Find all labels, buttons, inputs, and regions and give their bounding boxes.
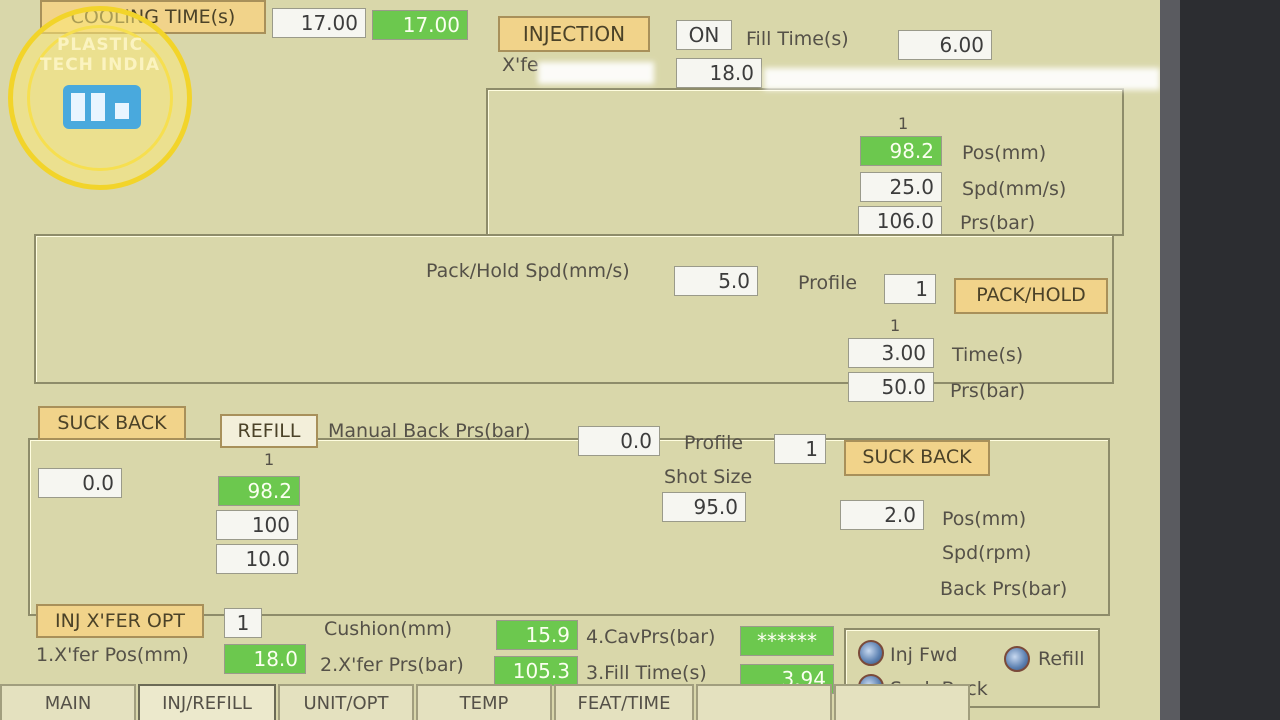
refill-indicator-label: Refill (1038, 648, 1085, 670)
pack-hold-index: 1 (890, 316, 901, 335)
pack-hold-profile-input[interactable]: 1 (884, 274, 936, 304)
fill-time-label: Fill Time(s) (746, 28, 849, 50)
suck-back-spd-label: Spd(rpm) (942, 542, 1032, 564)
manual-back-prs-label: Manual Back Prs(bar) (328, 420, 531, 442)
injection-pos-label: Pos(mm) (962, 142, 1047, 164)
xfer-pos-value: 18.0 (224, 644, 306, 674)
suck-back-pos-input[interactable]: 2.0 (840, 500, 924, 530)
refill-back-prs-value[interactable]: 10.0 (216, 544, 298, 574)
xfer-prs-label: 2.X'fer Prs(bar) (320, 654, 464, 676)
monitor-bezel (1160, 0, 1280, 720)
tab-inj-refill[interactable]: INJ/REFILL (138, 684, 276, 720)
inj-fwd-indicator-icon (858, 640, 884, 666)
fill-time-input[interactable]: 6.00 (898, 30, 992, 60)
pack-hold-profile-label: Profile (798, 272, 858, 294)
injection-prs-value[interactable]: 106.0 (858, 206, 942, 236)
pack-hold-prs-label: Prs(bar) (950, 380, 1026, 402)
injection-spd-label: Spd(mm/s) (962, 178, 1067, 200)
shot-size-input[interactable]: 95.0 (662, 492, 746, 522)
suck-back-right-button[interactable]: SUCK BACK (844, 440, 990, 476)
shot-size-label: Shot Size (664, 466, 753, 488)
logo-machine-icon (63, 85, 141, 129)
tab-blank-2[interactable] (834, 684, 970, 720)
suck-back-pos-label: Pos(mm) (942, 508, 1027, 530)
suck-back-prs-label: Back Prs(bar) (940, 578, 1068, 600)
fill-time-monitor-label: 3.Fill Time(s) (586, 662, 707, 684)
injection-state-toggle[interactable]: ON (676, 20, 732, 50)
refill-spd-value[interactable]: 100 (216, 510, 298, 540)
watermark-logo: PLASTIC TECH INDIA (8, 6, 192, 190)
xfer-pos-label: 1.X'fer Pos(mm) (36, 644, 189, 666)
injection-pos-value[interactable]: 98.2 (860, 136, 942, 166)
cooling-time-actual: 17.00 (372, 10, 468, 40)
tab-main[interactable]: MAIN (0, 684, 136, 720)
inj-xfer-opt-button[interactable]: INJ X'FER OPT (36, 604, 204, 638)
injection-button[interactable]: INJECTION (498, 16, 650, 52)
pack-hold-spd-input[interactable]: 5.0 (674, 266, 758, 296)
injection-prs-label: Prs(bar) (960, 212, 1036, 234)
inj-xfer-opt-input[interactable]: 1 (224, 608, 262, 638)
injection-spd-value[interactable]: 25.0 (860, 172, 942, 202)
suck-back-left-value[interactable]: 0.0 (38, 468, 122, 498)
pack-hold-spd-label: Pack/Hold Spd(mm/s) (426, 260, 630, 282)
refill-button[interactable]: REFILL (220, 414, 318, 448)
inj-fwd-label: Inj Fwd (890, 644, 958, 666)
cushion-label: Cushion(mm) (324, 618, 453, 640)
tab-blank-1[interactable] (696, 684, 832, 720)
cooling-time-setpoint[interactable]: 17.00 (272, 8, 366, 38)
redaction-blur-right (764, 68, 1160, 90)
tab-feat-time[interactable]: FEAT/TIME (554, 684, 694, 720)
cav-prs-label: 4.CavPrs(bar) (586, 626, 716, 648)
refill-indicator-icon (1004, 646, 1030, 672)
pack-hold-time-input[interactable]: 3.00 (848, 338, 934, 368)
injection-profile-index: 1 (898, 114, 909, 133)
pack-hold-button[interactable]: PACK/HOLD (954, 278, 1108, 314)
pack-hold-time-label: Time(s) (952, 344, 1024, 366)
refill-profile-label: Profile (684, 432, 744, 454)
pack-hold-prs-input[interactable]: 50.0 (848, 372, 934, 402)
suck-back-left-button[interactable]: SUCK BACK (38, 406, 186, 440)
cushion-value: 15.9 (496, 620, 578, 650)
refill-profile-input[interactable]: 1 (774, 434, 826, 464)
xfer-input[interactable]: 18.0 (676, 58, 762, 88)
hmi-screen: COOLING TIME(s) 17.00 17.00 INJECTION ON… (0, 0, 1160, 720)
tab-temp[interactable]: TEMP (416, 684, 552, 720)
refill-pos-value[interactable]: 98.2 (218, 476, 300, 506)
logo-text: PLASTIC TECH INDIA (40, 35, 160, 75)
xfer-label: X'fe (502, 54, 539, 76)
tab-unit-opt[interactable]: UNIT/OPT (278, 684, 414, 720)
redaction-blur-left (538, 62, 654, 84)
manual-back-prs-input[interactable]: 0.0 (578, 426, 660, 456)
cav-prs-value: ****** (740, 626, 834, 656)
refill-index: 1 (264, 450, 275, 469)
xfer-prs-value: 105.3 (494, 656, 578, 686)
